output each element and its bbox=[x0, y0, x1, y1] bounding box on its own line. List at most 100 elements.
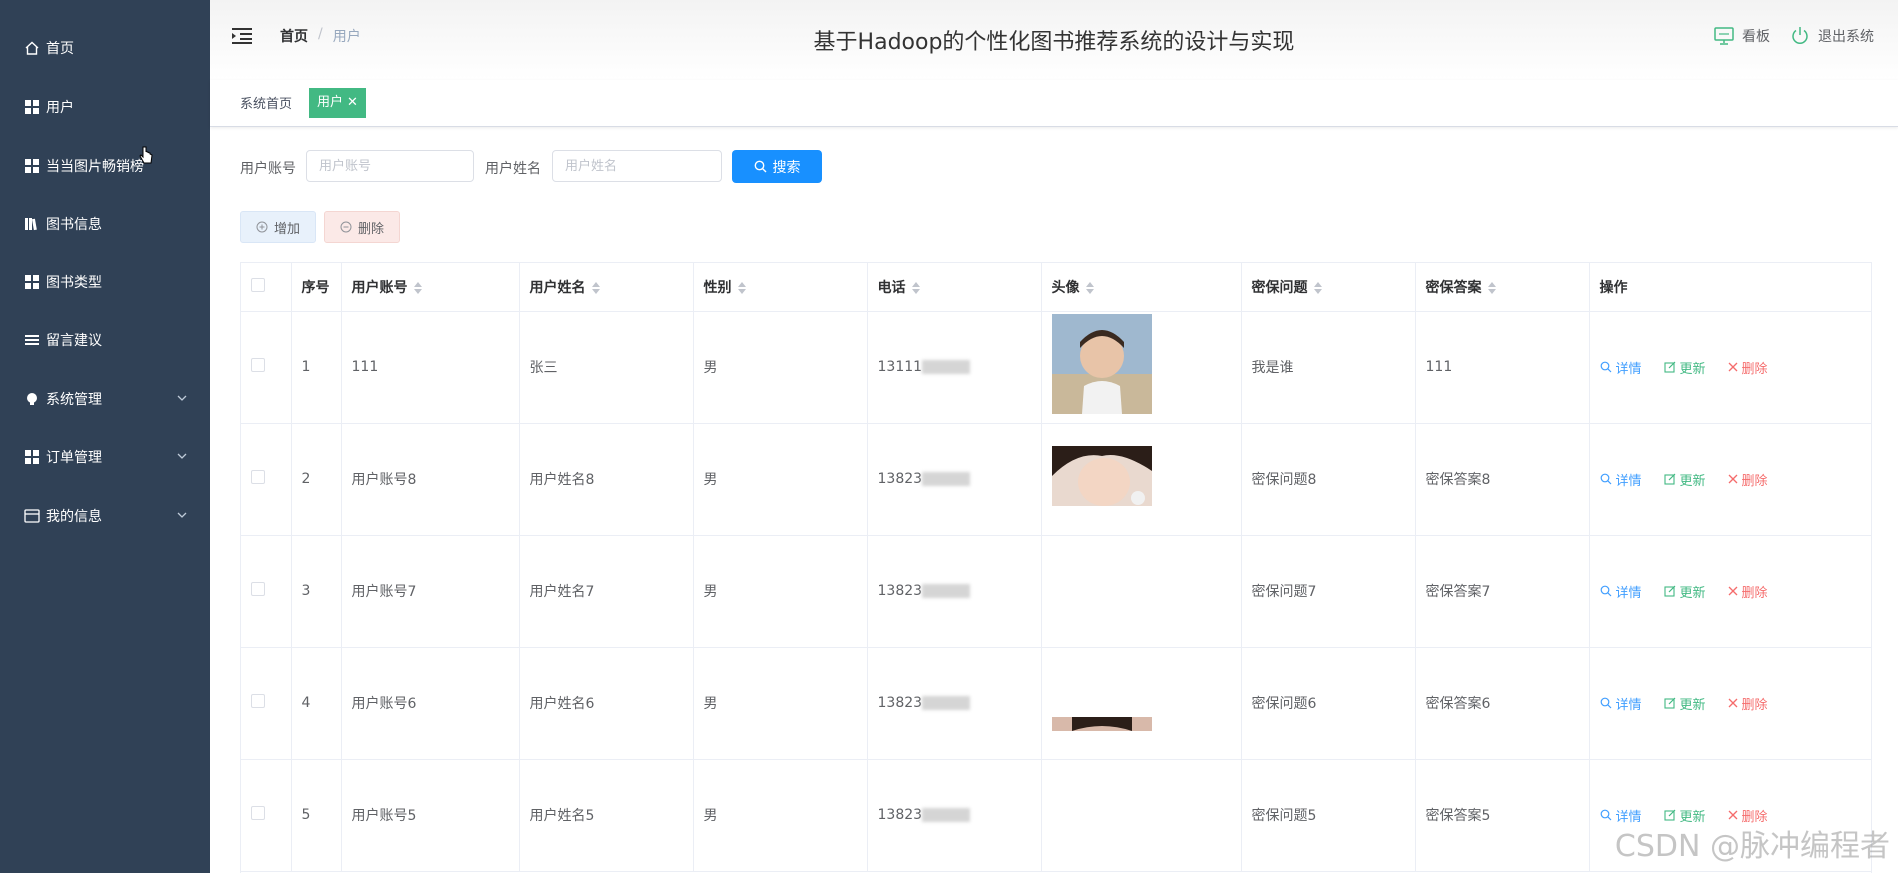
menu-toggle-icon[interactable] bbox=[232, 27, 252, 45]
close-icon bbox=[1728, 810, 1737, 820]
search-icon bbox=[1600, 697, 1611, 709]
select-all-checkbox[interactable] bbox=[251, 277, 265, 292]
books-icon bbox=[24, 216, 40, 232]
sidebar-item-feedback[interactable]: 留言建议 bbox=[0, 320, 210, 360]
account-search-input[interactable] bbox=[306, 150, 474, 182]
security-question: 密保问题7 bbox=[1241, 535, 1416, 648]
sidebar-item-dangdang-bestsellers[interactable]: 当当图片畅销榜 bbox=[0, 146, 210, 186]
security-answer: 密保答案7 bbox=[1415, 535, 1590, 648]
sort-icon[interactable] bbox=[737, 281, 746, 294]
breadcrumb: 首页 / 用户 bbox=[280, 26, 361, 46]
breadcrumb-separator: / bbox=[318, 26, 323, 42]
delete-button[interactable]: 删除 bbox=[1728, 694, 1768, 713]
plus-circle-icon bbox=[256, 221, 268, 233]
search-icon bbox=[1600, 809, 1611, 821]
hand-cursor-icon bbox=[139, 146, 153, 164]
breadcrumb-home[interactable]: 首页 bbox=[280, 26, 308, 46]
search-icon bbox=[754, 160, 766, 173]
update-button[interactable]: 更新 bbox=[1663, 582, 1706, 601]
batch-delete-button[interactable]: 删除 bbox=[324, 211, 400, 243]
detail-button[interactable]: 详情 bbox=[1600, 582, 1642, 601]
row-checkbox[interactable] bbox=[251, 358, 265, 372]
name-search-input[interactable] bbox=[552, 150, 722, 182]
security-answer: 密保答案5 bbox=[1415, 759, 1590, 872]
delete-label: 删除 bbox=[1741, 697, 1768, 713]
user-name: 张三 bbox=[519, 311, 694, 424]
sidebar-item-label: 留言建议 bbox=[46, 333, 102, 349]
sort-icon[interactable] bbox=[911, 281, 920, 294]
close-icon[interactable]: ✕ bbox=[347, 88, 358, 118]
column-header-account[interactable]: 用户账号 bbox=[341, 263, 520, 312]
sidebar-item-system-management[interactable]: 系统管理 bbox=[0, 379, 210, 419]
sort-icon[interactable] bbox=[1313, 281, 1322, 294]
edit-icon bbox=[1663, 585, 1675, 597]
table-row: 1 111 张三男 13111 我是谁 111 详情 更新 删除 bbox=[241, 311, 1871, 424]
sidebar-item-book-info[interactable]: 图书信息 bbox=[0, 204, 210, 244]
search-button[interactable]: 搜索 bbox=[732, 150, 822, 183]
sidebar-item-label: 系统管理 bbox=[46, 392, 102, 408]
add-button[interactable]: 增加 bbox=[240, 211, 316, 243]
edit-icon bbox=[1663, 473, 1675, 485]
delete-label: 删除 bbox=[1741, 585, 1768, 601]
sort-icon[interactable] bbox=[591, 281, 600, 294]
sidebar-item-my-info[interactable]: 我的信息 bbox=[0, 496, 210, 536]
tag-home[interactable]: 系统首页 bbox=[240, 92, 292, 118]
column-header-question[interactable]: 密保问题 bbox=[1241, 263, 1416, 312]
sidebar-item-users[interactable]: 用户 bbox=[0, 87, 210, 127]
sort-icon[interactable] bbox=[1085, 281, 1094, 294]
security-answer: 密保答案6 bbox=[1415, 647, 1590, 760]
bulb-icon bbox=[24, 391, 40, 407]
user-avatar-cell bbox=[1041, 535, 1242, 648]
sort-icon[interactable] bbox=[413, 281, 422, 294]
user-account: 用户账号8 bbox=[341, 423, 520, 536]
sidebar-item-label: 订单管理 bbox=[46, 450, 102, 466]
column-header-gender[interactable]: 性别 bbox=[693, 263, 868, 312]
update-button[interactable]: 更新 bbox=[1663, 358, 1706, 377]
redacted-blur bbox=[922, 808, 971, 822]
column-header-avatar[interactable]: 头像 bbox=[1041, 263, 1242, 312]
detail-label: 详情 bbox=[1615, 361, 1642, 377]
detail-label: 详情 bbox=[1615, 697, 1642, 713]
row-checkbox[interactable] bbox=[251, 582, 265, 596]
user-name: 用户姓名5 bbox=[519, 759, 694, 872]
delete-button[interactable]: 删除 bbox=[1728, 582, 1768, 601]
user-phone-cell: 13111 bbox=[867, 311, 1042, 424]
user-name: 用户姓名7 bbox=[519, 535, 694, 648]
sidebar-item-label: 用户 bbox=[46, 100, 74, 116]
dashboard-button[interactable]: 看板 bbox=[1714, 26, 1770, 46]
detail-button[interactable]: 详情 bbox=[1600, 358, 1642, 377]
sidebar-item-label: 当当图片畅销榜 bbox=[46, 159, 144, 175]
delete-button[interactable]: 删除 bbox=[1728, 358, 1768, 377]
sidebar-item-book-types[interactable]: 图书类型 bbox=[0, 262, 210, 302]
detail-label: 详情 bbox=[1615, 585, 1642, 601]
row-checkbox[interactable] bbox=[251, 470, 265, 484]
tags-view-bar: 系统首页 用户 ✕ bbox=[210, 80, 1898, 127]
row-checkbox[interactable] bbox=[251, 806, 265, 820]
security-question: 密保问题5 bbox=[1241, 759, 1416, 872]
user-account: 用户账号6 bbox=[341, 647, 520, 760]
column-header-name[interactable]: 用户姓名 bbox=[519, 263, 694, 312]
user-account: 用户账号7 bbox=[341, 535, 520, 648]
tag-users-active[interactable]: 用户 ✕ bbox=[309, 88, 366, 118]
search-icon bbox=[1600, 361, 1611, 373]
row-index: 4 bbox=[291, 647, 342, 760]
sort-icon[interactable] bbox=[1487, 281, 1496, 294]
sidebar-item-home[interactable]: 首页 bbox=[0, 28, 210, 68]
column-header-answer[interactable]: 密保答案 bbox=[1415, 263, 1590, 312]
delete-button[interactable]: 删除 bbox=[1728, 470, 1768, 489]
detail-button[interactable]: 详情 bbox=[1600, 470, 1642, 489]
monitor-icon bbox=[1714, 27, 1734, 45]
row-select-cell bbox=[241, 535, 292, 648]
update-button[interactable]: 更新 bbox=[1663, 470, 1706, 489]
users-table: 序号 用户账号 用户姓名 性别 电话 头像 密保问题 密保答案 操作 1 111 张… bbox=[240, 262, 1872, 873]
column-header-label: 用户姓名 bbox=[529, 279, 586, 296]
column-header-phone[interactable]: 电话 bbox=[867, 263, 1042, 312]
detail-button[interactable]: 详情 bbox=[1600, 694, 1642, 713]
logout-button[interactable]: 退出系统 bbox=[1790, 26, 1874, 46]
user-phone-cell: 13823 bbox=[867, 647, 1042, 760]
redacted-blur bbox=[922, 472, 971, 486]
row-checkbox[interactable] bbox=[251, 694, 265, 708]
update-button[interactable]: 更新 bbox=[1663, 694, 1706, 713]
list-icon bbox=[24, 332, 40, 348]
sidebar-item-order-management[interactable]: 订单管理 bbox=[0, 437, 210, 477]
